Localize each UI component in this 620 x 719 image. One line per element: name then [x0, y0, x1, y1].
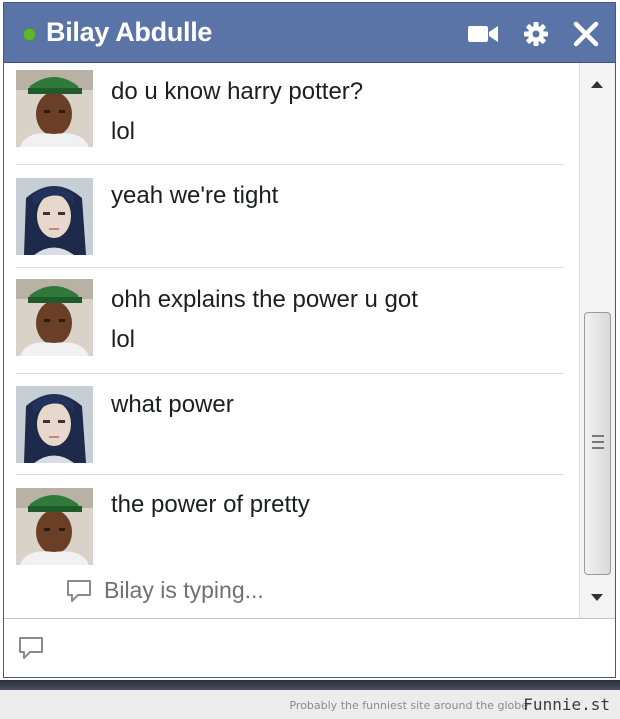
message-item: what power [16, 374, 564, 475]
contact-name[interactable]: Bilay Abdulle [46, 17, 212, 48]
message-line: the power of pretty [111, 491, 310, 518]
video-call-icon[interactable] [467, 20, 499, 48]
avatar[interactable] [16, 386, 93, 463]
message-item: ohh explains the power u got lol [16, 268, 564, 374]
message-text: do u know harry potter? lol [111, 72, 363, 152]
message-line: what power [111, 391, 234, 418]
message-line: do u know harry potter? [111, 78, 364, 105]
close-icon[interactable] [570, 20, 602, 48]
footer-logo: Funnie.st [523, 695, 610, 714]
message-line: lol [111, 326, 136, 353]
message-text: what power [111, 385, 234, 425]
scroll-thumb[interactable] [584, 312, 611, 575]
message-list[interactable]: do u know harry potter? lol yeah we're t… [4, 63, 579, 618]
screenshot-page: Bilay Abdulle do u know harry potter? lo… [0, 0, 620, 719]
avatar[interactable] [16, 70, 93, 147]
chat-window: Bilay Abdulle do u know harry potter? lo… [3, 2, 616, 678]
footer-tagline: Probably the funniest site around the gl… [289, 699, 528, 712]
message-line: lol [111, 118, 136, 145]
chat-titlebar[interactable]: Bilay Abdulle [4, 3, 615, 63]
gear-icon[interactable] [520, 20, 552, 48]
avatar[interactable] [16, 279, 93, 356]
grip-icon [592, 433, 604, 451]
message-text: yeah we're tight [111, 176, 278, 216]
watermark-footer: Probably the funniest site around the gl… [0, 690, 620, 719]
scroll-up-arrow-icon[interactable] [580, 63, 615, 101]
avatar[interactable] [16, 178, 93, 255]
message-item: yeah we're tight [16, 165, 564, 268]
online-status-dot [23, 28, 36, 41]
message-text: the power of pretty [111, 485, 310, 525]
message-item: do u know harry potter? lol [16, 63, 564, 165]
scroll-down-arrow-icon[interactable] [580, 580, 615, 618]
message-item: the power of pretty [16, 475, 564, 567]
message-line: ohh explains the power u got [111, 286, 418, 313]
message-line: yeah we're tight [111, 182, 279, 209]
speech-bubble-icon [66, 579, 92, 603]
message-text: ohh explains the power u got lol [111, 280, 418, 360]
avatar[interactable] [16, 488, 93, 565]
message-input[interactable] [54, 627, 608, 669]
speech-bubble-icon [18, 636, 44, 660]
taskbar-edge [0, 680, 620, 690]
message-composer [4, 618, 615, 677]
typing-text: Bilay is typing... [104, 577, 264, 603]
scrollbar[interactable] [579, 63, 615, 618]
